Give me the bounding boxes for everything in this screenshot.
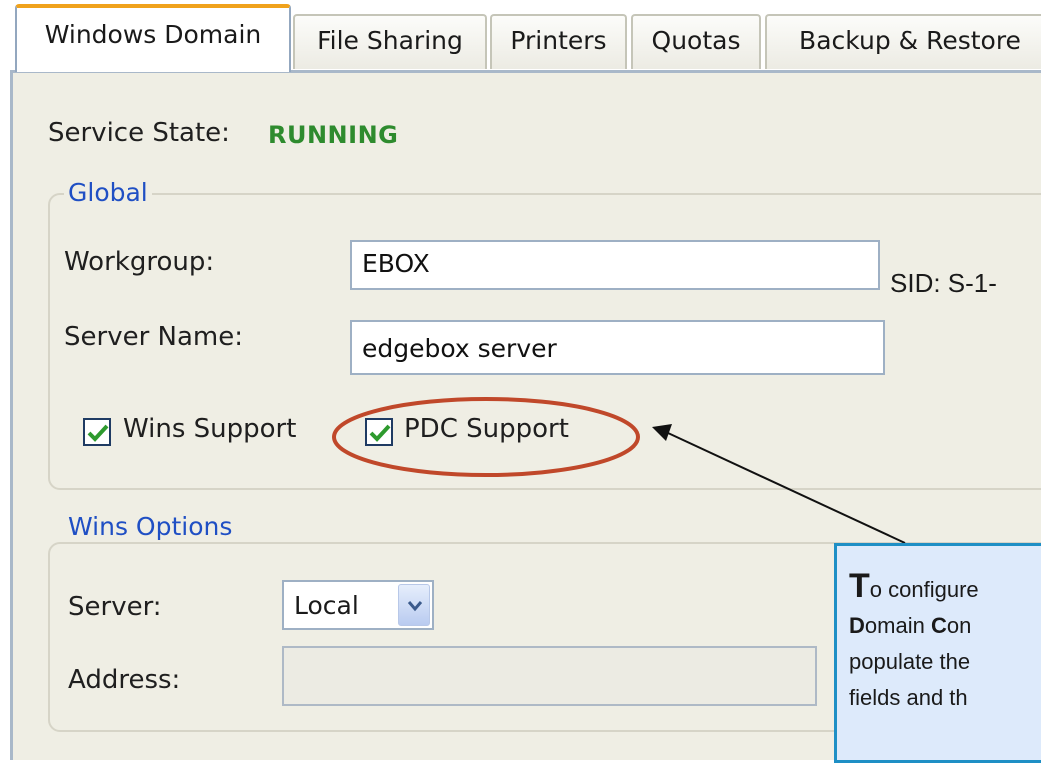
callout-line-1: To configure — [849, 567, 979, 605]
annotation-arrow-line — [667, 432, 906, 544]
callout-line-2: Domain Con — [849, 613, 972, 638]
callout-line-4: fields and th — [849, 685, 968, 710]
callout-line-3: populate the — [849, 649, 971, 674]
arrow-head-icon — [652, 424, 672, 441]
annotation-callout: To configure Domain Con populate the fie… — [834, 543, 1041, 763]
highlight-ellipse — [332, 397, 640, 477]
tab-windows-domain[interactable]: Windows Domain — [15, 4, 291, 72]
